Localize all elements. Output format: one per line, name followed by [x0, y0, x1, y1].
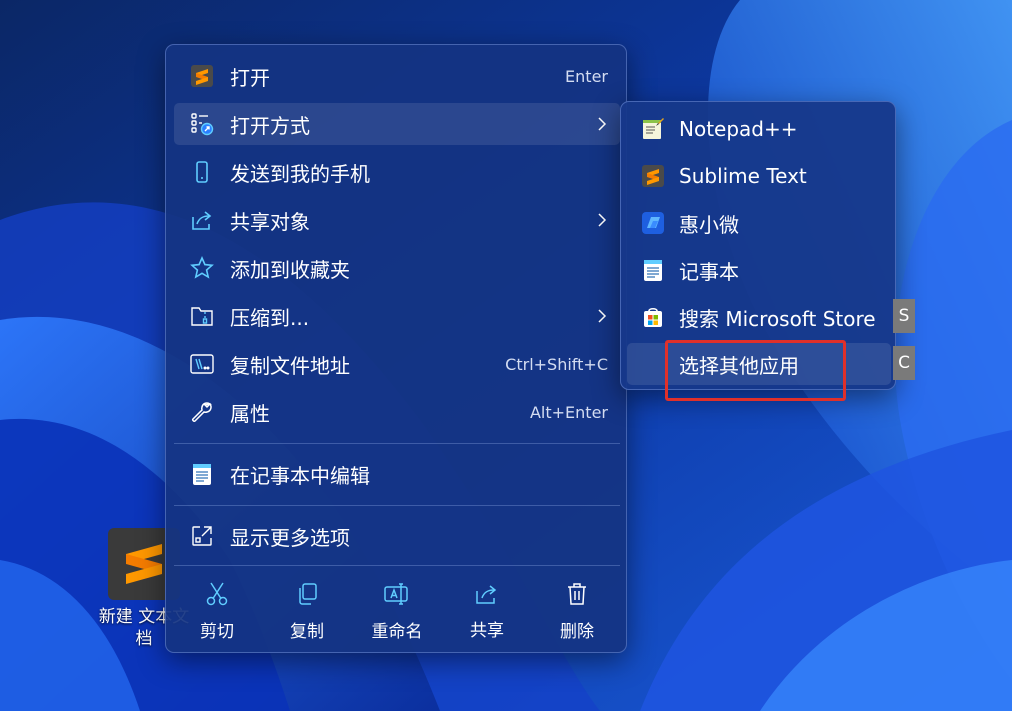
share-button[interactable]: 共享 [444, 575, 530, 647]
menu-item-label: 属性 [230, 401, 270, 426]
show-more-icon [174, 524, 230, 548]
menu-separator [174, 565, 620, 566]
action-label: 剪切 [200, 621, 234, 642]
submenu-item-notepadpp[interactable]: Notepad++ [627, 108, 891, 150]
quick-action-bar: 剪切 复制 重命名 共享 删除 [174, 575, 620, 647]
access-key-tip-c: C [893, 346, 915, 380]
shortcut-label: Alt+Enter [529, 402, 608, 422]
action-label: 删除 [560, 621, 594, 642]
menu-item-label: 显示更多选项 [230, 525, 350, 550]
copy-path-icon [174, 353, 230, 375]
wrench-icon [174, 400, 230, 424]
submenu-item-label: 记事本 [679, 259, 739, 284]
menu-item-open[interactable]: 打开 Enter [174, 55, 620, 97]
menu-item-label: 发送到我的手机 [230, 161, 370, 186]
delete-button[interactable]: 删除 [534, 575, 620, 647]
action-label: 共享 [470, 620, 504, 641]
shortcut-label: Enter [565, 66, 608, 86]
rename-icon [383, 581, 411, 611]
huixiaowei-icon [627, 211, 679, 235]
menu-item-copy-path[interactable]: 复制文件地址 Ctrl+Shift+C [174, 343, 620, 385]
zip-folder-icon [174, 305, 230, 327]
chevron-right-icon [584, 309, 620, 323]
action-label: 复制 [290, 621, 324, 642]
submenu-item-store-search[interactable]: 搜索 Microsoft Store [627, 296, 891, 338]
copy-button[interactable]: 复制 [264, 575, 350, 647]
menu-item-show-more[interactable]: 显示更多选项 [174, 515, 620, 557]
menu-item-label: 添加到收藏夹 [230, 257, 350, 282]
menu-item-label: 在记事本中编辑 [230, 463, 370, 488]
notepadpp-icon [627, 117, 679, 141]
star-icon [174, 256, 230, 280]
copy-icon [294, 581, 320, 611]
menu-item-label: 压缩到... [230, 305, 310, 330]
annotation-highlight-box [665, 340, 846, 401]
share-icon [174, 209, 230, 231]
submenu-item-label: Sublime Text [679, 164, 807, 188]
sublime-icon [174, 65, 230, 87]
submenu-item-notepad[interactable]: 记事本 [627, 249, 891, 291]
cut-button[interactable]: 剪切 [174, 575, 260, 647]
submenu-item-sublime[interactable]: Sublime Text [627, 155, 891, 197]
menu-separator [174, 505, 620, 506]
menu-item-compress[interactable]: 压缩到... [174, 295, 620, 337]
menu-separator [174, 443, 620, 444]
menu-item-label: 打开 [230, 65, 270, 90]
menu-item-label: 共享对象 [230, 209, 310, 234]
notepad-icon [174, 462, 230, 486]
context-menu: 打开 Enter 打开方式 发送到我的手机 共享对象 添加到收藏夹 压缩到...… [165, 44, 627, 653]
phone-icon [174, 161, 230, 183]
action-label: 重命名 [371, 621, 423, 642]
access-key-tip-s: S [893, 299, 915, 333]
chevron-right-icon [584, 117, 620, 131]
chevron-right-icon [584, 213, 620, 227]
menu-item-open-with[interactable]: 打开方式 [174, 103, 620, 145]
sublime-icon [627, 165, 679, 187]
notepad-icon [627, 258, 679, 282]
menu-item-share-with[interactable]: 共享对象 [174, 199, 620, 241]
menu-item-label: 打开方式 [230, 113, 310, 138]
shortcut-label: Ctrl+Shift+C [505, 354, 608, 374]
microsoft-store-icon [627, 305, 679, 329]
scissors-icon [204, 581, 230, 611]
open-with-icon [174, 112, 230, 136]
menu-item-send-to-phone[interactable]: 发送到我的手机 [174, 151, 620, 193]
share-icon [474, 582, 500, 610]
submenu-item-label: Notepad++ [679, 117, 798, 141]
menu-item-label: 复制文件地址 [230, 353, 350, 378]
rename-button[interactable]: 重命名 [354, 575, 440, 647]
menu-item-add-favorites[interactable]: 添加到收藏夹 [174, 247, 620, 289]
menu-item-edit-notepad[interactable]: 在记事本中编辑 [174, 453, 620, 495]
trash-icon [565, 581, 589, 611]
menu-item-properties[interactable]: 属性 Alt+Enter [174, 391, 620, 433]
submenu-item-label: 惠小微 [679, 212, 739, 237]
submenu-item-label: 搜索 Microsoft Store [679, 306, 876, 331]
submenu-item-huixiaowei[interactable]: 惠小微 [627, 202, 891, 244]
